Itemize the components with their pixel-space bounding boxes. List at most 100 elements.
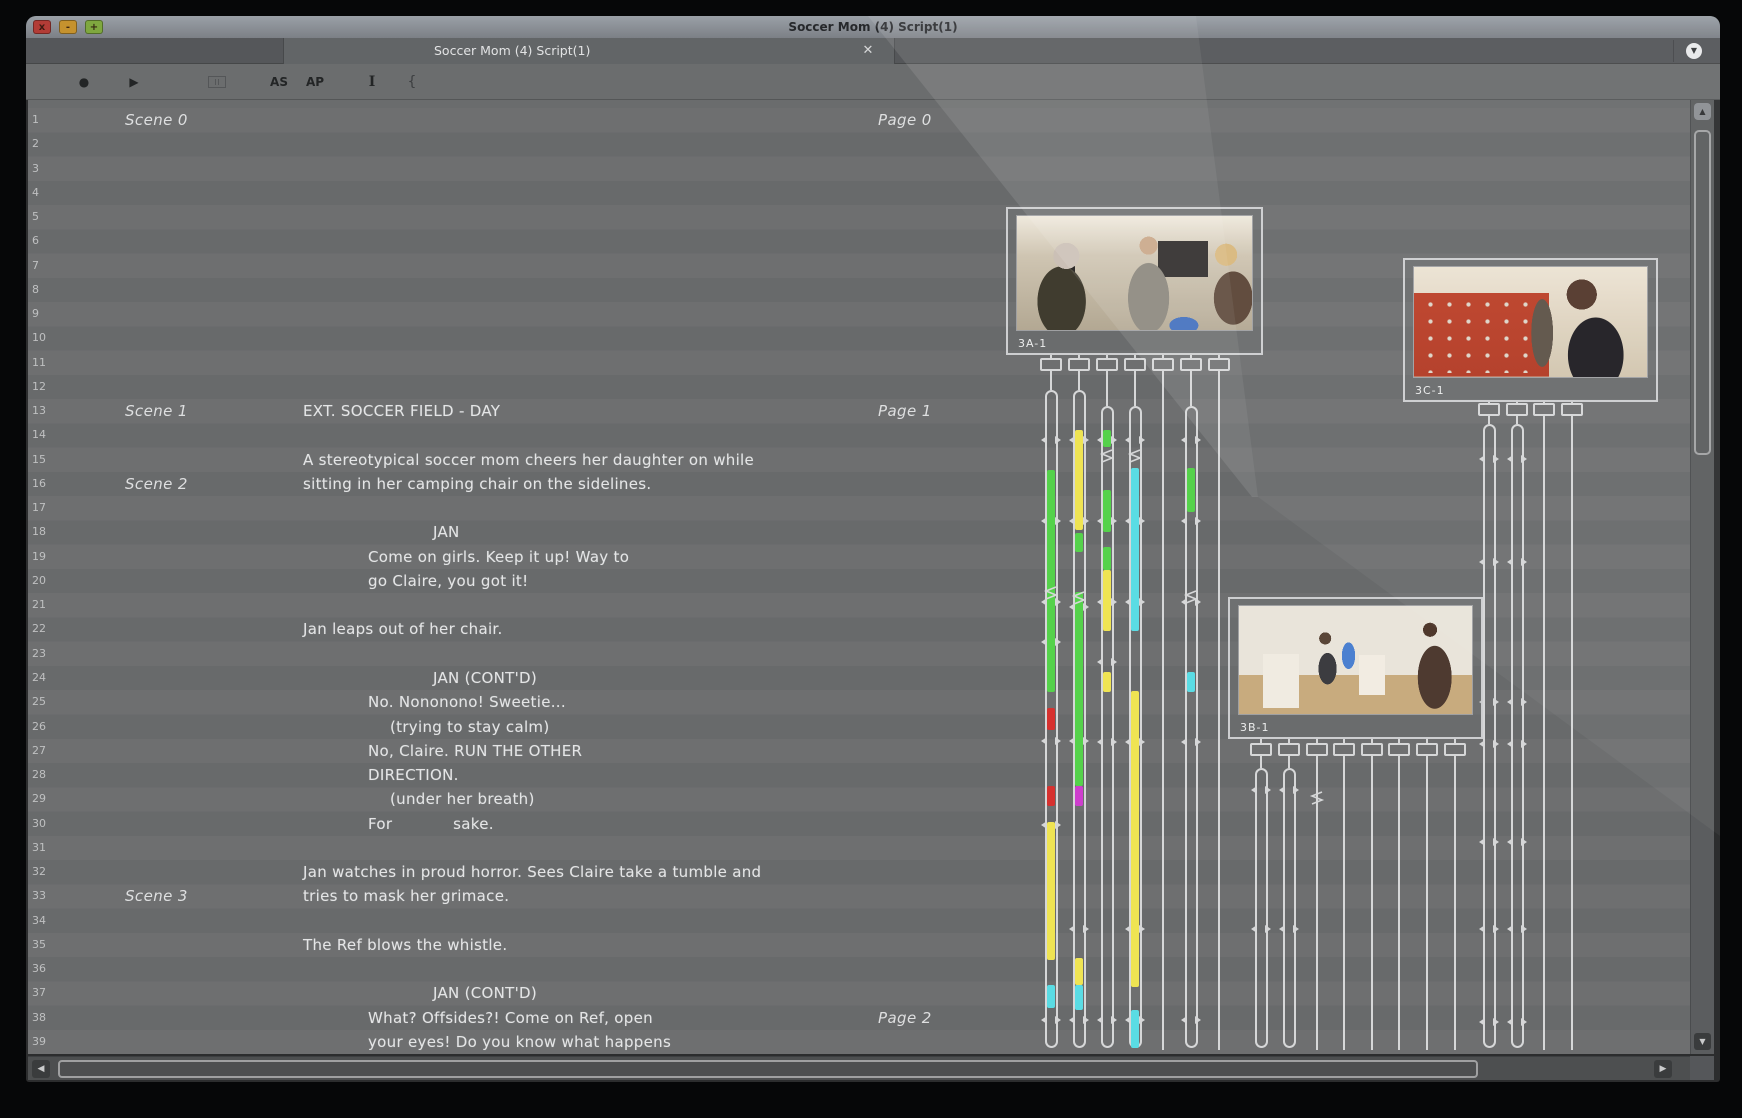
all-takes-button[interactable]: AS <box>266 64 292 100</box>
script-text[interactable]: Jan leaps out of her chair. <box>303 617 503 642</box>
take-line[interactable] <box>1454 756 1456 1050</box>
script-line[interactable]: 35The Ref blows the whistle. <box>28 933 1690 958</box>
take-tab[interactable] <box>1250 743 1272 756</box>
take-tab[interactable] <box>1361 743 1383 756</box>
take-tab[interactable] <box>1068 358 1090 371</box>
take-tab[interactable] <box>1416 743 1438 756</box>
script-text[interactable]: The Ref blows the whistle. <box>303 933 507 958</box>
script-text[interactable]: What? Offsides?! Come on Ref, open <box>368 1006 653 1031</box>
take-tab[interactable] <box>1506 403 1528 416</box>
horizontal-scrollbar[interactable]: ◀ ▶ <box>28 1056 1690 1080</box>
script-text[interactable]: go Claire, you got it! <box>368 569 528 594</box>
script-line[interactable]: 30For sake. <box>28 812 1690 837</box>
script-text[interactable]: JAN (CONT'D) <box>433 981 537 1006</box>
take-tab[interactable] <box>1333 743 1355 756</box>
take-line[interactable] <box>1190 371 1192 406</box>
scroll-right-button[interactable]: ▶ <box>1654 1060 1672 1078</box>
script-text[interactable]: For sake. <box>368 812 494 837</box>
script-line[interactable]: 6 <box>28 229 1690 254</box>
take-tab[interactable] <box>1096 358 1118 371</box>
script-text[interactable]: JAN <box>433 520 460 545</box>
script-line[interactable]: 28DIRECTION. <box>28 763 1690 788</box>
tab-soccer-mom-script[interactable]: Soccer Mom (4) Script(1) ✕ <box>283 38 895 64</box>
script-text[interactable]: tries to mask her grimace. <box>303 884 509 909</box>
clip-frame-icon[interactable] <box>208 76 226 88</box>
script-text[interactable]: EXT. SOCCER FIELD - DAY <box>303 399 500 424</box>
scroll-left-button[interactable]: ◀ <box>32 1060 50 1078</box>
script-line[interactable]: 16Scene 2sitting in her camping chair on… <box>28 472 1690 497</box>
take-tab[interactable] <box>1278 743 1300 756</box>
take-tab[interactable] <box>1388 743 1410 756</box>
script-line[interactable]: 15A stereotypical soccer mom cheers her … <box>28 448 1690 473</box>
take-tab[interactable] <box>1180 358 1202 371</box>
script-line[interactable]: 20go Claire, you got it! <box>28 569 1690 594</box>
clip-thumbnail-3a-1[interactable]: 3A-1 <box>1006 207 1263 355</box>
script-line[interactable]: 37JAN (CONT'D) <box>28 981 1690 1006</box>
take-line[interactable] <box>1516 416 1518 424</box>
close-window-button[interactable]: x <box>33 20 51 34</box>
script-line[interactable]: 3 <box>28 157 1690 182</box>
script-line[interactable]: 5 <box>28 205 1690 230</box>
take-line[interactable] <box>1050 371 1052 390</box>
script-line[interactable]: 39your eyes! Do you know what happens <box>28 1030 1690 1054</box>
take-line[interactable] <box>1106 371 1108 406</box>
script-text[interactable]: DIRECTION. <box>368 763 459 788</box>
script-line[interactable]: 17 <box>28 496 1690 521</box>
script-line[interactable]: 1Scene 0Page 0 <box>28 108 1690 133</box>
script-line[interactable]: 34 <box>28 909 1690 934</box>
script-text[interactable]: (trying to stay calm) <box>390 715 549 740</box>
script-line[interactable]: 32Jan watches in proud horror. Sees Clai… <box>28 860 1690 885</box>
take-line[interactable] <box>1426 756 1428 1050</box>
script-text[interactable]: your eyes! Do you know what happens <box>368 1030 671 1054</box>
take-tab[interactable] <box>1124 358 1146 371</box>
script-line[interactable]: 29(under her breath) <box>28 787 1690 812</box>
script-line[interactable]: 31 <box>28 836 1690 861</box>
script-text[interactable]: (under her breath) <box>390 787 535 812</box>
script-line[interactable]: 14 <box>28 423 1690 448</box>
script-text[interactable]: No, Claire. RUN THE OTHER <box>368 739 582 764</box>
play-button[interactable]: ▶ <box>122 64 146 100</box>
take-tab[interactable] <box>1561 403 1583 416</box>
take-capsule[interactable] <box>1483 424 1496 1048</box>
script-line[interactable]: 27No, Claire. RUN THE OTHER <box>28 739 1690 764</box>
take-line[interactable] <box>1571 416 1573 1050</box>
script-content-area[interactable]: 1Scene 0Page 02345678910111213Scene 1EXT… <box>28 100 1690 1054</box>
script-line[interactable]: 18JAN <box>28 520 1690 545</box>
vertical-scrollbar[interactable]: ▲ ▼ <box>1690 100 1714 1054</box>
minimize-window-button[interactable]: - <box>59 20 77 34</box>
take-tab[interactable] <box>1444 743 1466 756</box>
script-text[interactable]: A stereotypical soccer mom cheers her da… <box>303 448 754 473</box>
take-line[interactable] <box>1288 756 1290 768</box>
clip-thumbnail-3c-1[interactable]: 3C-1 <box>1403 258 1658 402</box>
horizontal-scrollbar-thumb[interactable] <box>58 1060 1478 1078</box>
take-line[interactable] <box>1371 756 1373 1050</box>
take-tab[interactable] <box>1152 358 1174 371</box>
script-text[interactable]: Come on girls. Keep it up! Way to <box>368 545 629 570</box>
take-line[interactable] <box>1398 756 1400 1050</box>
script-text[interactable]: JAN (CONT'D) <box>433 666 537 691</box>
take-tab[interactable] <box>1533 403 1555 416</box>
take-tab[interactable] <box>1208 358 1230 371</box>
script-line[interactable]: 38What? Offsides?! Come on Ref, openPage… <box>28 1006 1690 1031</box>
tab-menu-button[interactable]: ▼ <box>1686 43 1702 59</box>
script-line[interactable]: 13Scene 1EXT. SOCCER FIELD - DAYPage 1 <box>28 399 1690 424</box>
take-capsule[interactable] <box>1511 424 1524 1048</box>
record-button[interactable]: ● <box>72 64 96 100</box>
script-line[interactable]: 2 <box>28 132 1690 157</box>
take-line[interactable] <box>1162 371 1164 1050</box>
script-line[interactable]: 36 <box>28 957 1690 982</box>
take-capsule[interactable] <box>1283 768 1296 1048</box>
zoom-window-button[interactable]: + <box>85 20 103 34</box>
vertical-scrollbar-thumb[interactable] <box>1694 130 1711 455</box>
cue-bracket-icon[interactable]: { <box>402 64 422 100</box>
take-tab[interactable] <box>1306 743 1328 756</box>
take-line[interactable] <box>1134 371 1136 406</box>
scroll-down-button[interactable]: ▼ <box>1694 1033 1711 1050</box>
script-line[interactable]: 33Scene 3tries to mask her grimace. <box>28 884 1690 909</box>
script-line[interactable]: 19Come on girls. Keep it up! Way to <box>28 545 1690 570</box>
tab-close-icon[interactable]: ✕ <box>860 43 876 59</box>
script-line[interactable]: 4 <box>28 181 1690 206</box>
scroll-up-button[interactable]: ▲ <box>1694 103 1711 120</box>
script-text[interactable]: No. Nononono! Sweetie... <box>368 690 566 715</box>
take-capsule[interactable] <box>1255 768 1268 1048</box>
